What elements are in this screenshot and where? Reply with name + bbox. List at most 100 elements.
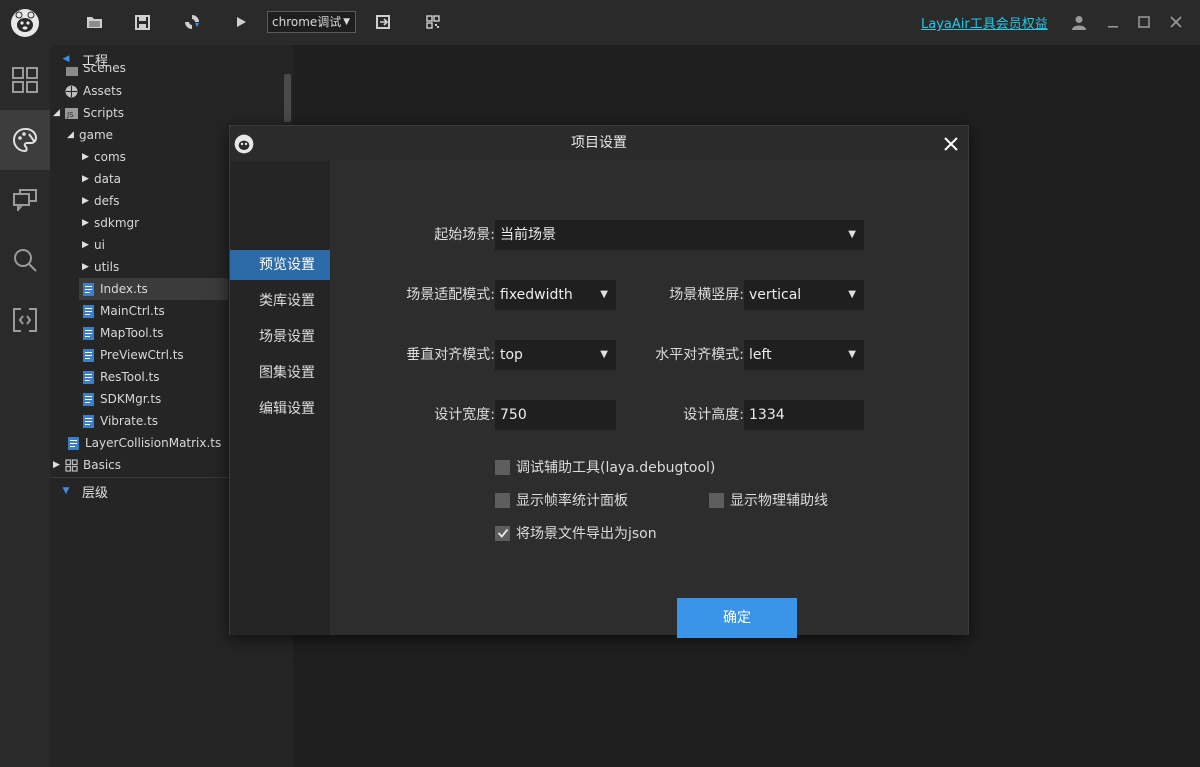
- valign-select[interactable]: top ▼: [495, 340, 616, 370]
- tree-row-assets[interactable]: Assets: [65, 80, 122, 102]
- confirm-button[interactable]: 确定: [677, 598, 797, 638]
- checkbox-box: [495, 525, 510, 541]
- start-scene-label: 起始场景:: [434, 227, 495, 243]
- tree-row-label: game: [79, 128, 114, 142]
- chevron-down-icon: ▼: [600, 349, 608, 360]
- tree-row-scenes[interactable]: Scenes: [65, 65, 126, 77]
- user-icon[interactable]: [1070, 12, 1088, 32]
- minimize-icon[interactable]: [1104, 12, 1122, 32]
- expand-arrow-icon: ▼: [62, 486, 70, 496]
- tree-row-vibrate-ts[interactable]: Vibrate.ts: [82, 410, 158, 432]
- chevron-down-icon: ▼: [848, 229, 856, 240]
- nav-label: 场景设置: [259, 329, 315, 345]
- ts-file-icon: [82, 304, 95, 318]
- code-icon[interactable]: [0, 290, 50, 350]
- tree-row-layercollisionmatrix-ts[interactable]: LayerCollisionMatrix.ts: [67, 432, 221, 454]
- open-folder-icon[interactable]: [84, 12, 104, 32]
- dialog-title: 项目设置: [571, 135, 627, 151]
- screen-mode-select[interactable]: vertical ▼: [744, 280, 864, 310]
- tree-row-game[interactable]: ◢ game: [67, 124, 113, 146]
- run-target-value: chrome调试: [272, 15, 342, 29]
- tree-row-label: utils: [94, 260, 120, 274]
- close-icon[interactable]: [940, 133, 962, 155]
- tree-row-previewctrl-ts[interactable]: PreViewCtrl.ts: [82, 344, 184, 366]
- tree-row-scripts[interactable]: ◢ JS Scripts: [53, 102, 124, 124]
- chevron-down-icon: ▼: [848, 289, 856, 300]
- tree-row-label: data: [94, 172, 122, 186]
- close-window-icon[interactable]: [1167, 12, 1185, 32]
- compile-icon[interactable]: [182, 12, 202, 32]
- tree-row-basics[interactable]: ▶ Basics: [53, 454, 121, 476]
- tree-row-label: Assets: [83, 84, 123, 98]
- tree-row-label: coms: [94, 150, 126, 164]
- design-width-label: 设计宽度:: [434, 407, 495, 423]
- halign-select[interactable]: left ▼: [744, 340, 864, 370]
- design-width-input[interactable]: 750: [495, 400, 616, 430]
- laya-logo-icon[interactable]: [0, 0, 50, 45]
- tree-row-label: Scripts: [83, 106, 125, 120]
- halign-label: 水平对齐模式:: [655, 347, 744, 363]
- checkbox-label: 显示帧率统计面板: [516, 493, 628, 509]
- ts-file-icon: [82, 348, 95, 362]
- tree-row-data[interactable]: ▶ data: [82, 168, 121, 190]
- play-icon[interactable]: [231, 12, 251, 32]
- stat-panel-checkbox[interactable]: 显示帧率统计面板: [495, 491, 628, 509]
- design-palette-icon[interactable]: [0, 110, 50, 170]
- save-icon[interactable]: [132, 12, 152, 32]
- run-target-select[interactable]: chrome调试 ▼: [267, 11, 356, 33]
- checkbox-label: 显示物理辅助线: [730, 493, 828, 509]
- qrcode-icon[interactable]: [423, 12, 443, 32]
- tree-row-maptool-ts[interactable]: MapTool.ts: [82, 322, 163, 344]
- dialog-title-bar[interactable]: 项目设置: [230, 126, 968, 161]
- start-scene-select[interactable]: 当前场景 ▼: [495, 220, 864, 250]
- nav-editor-settings[interactable]: 编辑设置: [230, 394, 330, 424]
- tree-row-sdkmgr-ts[interactable]: SDKMgr.ts: [82, 388, 161, 410]
- tree-row-label: ResTool.ts: [100, 370, 160, 384]
- tree-scrollbar[interactable]: [284, 74, 291, 122]
- nav-preview-settings[interactable]: 预览设置: [230, 250, 344, 280]
- tree-row-label: Scenes: [83, 65, 126, 75]
- collapsed-arrow-icon: ▶: [82, 152, 89, 162]
- nav-label: 编辑设置: [259, 401, 315, 417]
- collapsed-arrow-icon: ▶: [82, 218, 89, 228]
- expanded-arrow-icon: ◢: [53, 108, 60, 118]
- tree-row-coms[interactable]: ▶ coms: [82, 146, 126, 168]
- nav-atlas-settings[interactable]: 图集设置: [230, 358, 330, 388]
- ts-file-icon: [82, 392, 95, 406]
- tree-row-index-ts[interactable]: Index.ts: [79, 278, 228, 300]
- ts-file-icon: [67, 436, 80, 450]
- svg-text:JS: JS: [66, 111, 74, 119]
- nav-library-settings[interactable]: 类库设置: [230, 286, 330, 316]
- maximize-icon[interactable]: [1135, 12, 1153, 32]
- nav-label: 预览设置: [259, 257, 315, 273]
- tree-row-defs[interactable]: ▶ defs: [82, 190, 119, 212]
- physics-debug-checkbox[interactable]: 显示物理辅助线: [709, 491, 828, 509]
- chevron-down-icon: ▼: [343, 17, 350, 27]
- start-scene-value: 当前场景: [500, 227, 556, 243]
- tree-row-ui[interactable]: ▶ ui: [82, 234, 105, 256]
- chat-icon[interactable]: [0, 170, 50, 230]
- debugtool-checkbox[interactable]: 调试辅助工具(laya.debugtool): [495, 458, 715, 476]
- tree-row-label: Basics: [83, 458, 122, 472]
- scale-mode-select[interactable]: fixedwidth ▼: [495, 280, 616, 310]
- settings-form: 起始场景: 当前场景 ▼ 场景适配模式: fixedwidth ▼ 场景横竖屏:…: [330, 161, 968, 638]
- ts-file-icon: [82, 414, 95, 428]
- collapsed-arrow-icon: ▶: [82, 196, 89, 206]
- ts-file-icon: [82, 282, 95, 296]
- export-json-checkbox[interactable]: 将场景文件导出为json: [495, 524, 657, 542]
- member-benefits-link[interactable]: LayaAir工具会员权益: [921, 13, 1048, 32]
- screen-mode-value: vertical: [749, 287, 802, 303]
- tree-row-label: defs: [94, 194, 120, 208]
- checkmark-icon: [497, 528, 508, 538]
- tree-row-utils[interactable]: ▶ utils: [82, 256, 119, 278]
- tree-row-sdkmgr[interactable]: ▶ sdkmgr: [82, 212, 139, 234]
- ts-file-icon: [82, 370, 95, 384]
- tree-row-mainctrl-ts[interactable]: MainCtrl.ts: [82, 300, 165, 322]
- search-icon[interactable]: [0, 230, 50, 290]
- design-height-input[interactable]: 1334: [744, 400, 864, 430]
- nav-scene-settings[interactable]: 场景设置: [230, 322, 330, 352]
- tree-row-restool-ts[interactable]: ResTool.ts: [82, 366, 160, 388]
- layout-grid-icon[interactable]: [0, 50, 50, 110]
- export-icon[interactable]: [373, 12, 393, 32]
- tree-row-label: MapTool.ts: [100, 326, 164, 340]
